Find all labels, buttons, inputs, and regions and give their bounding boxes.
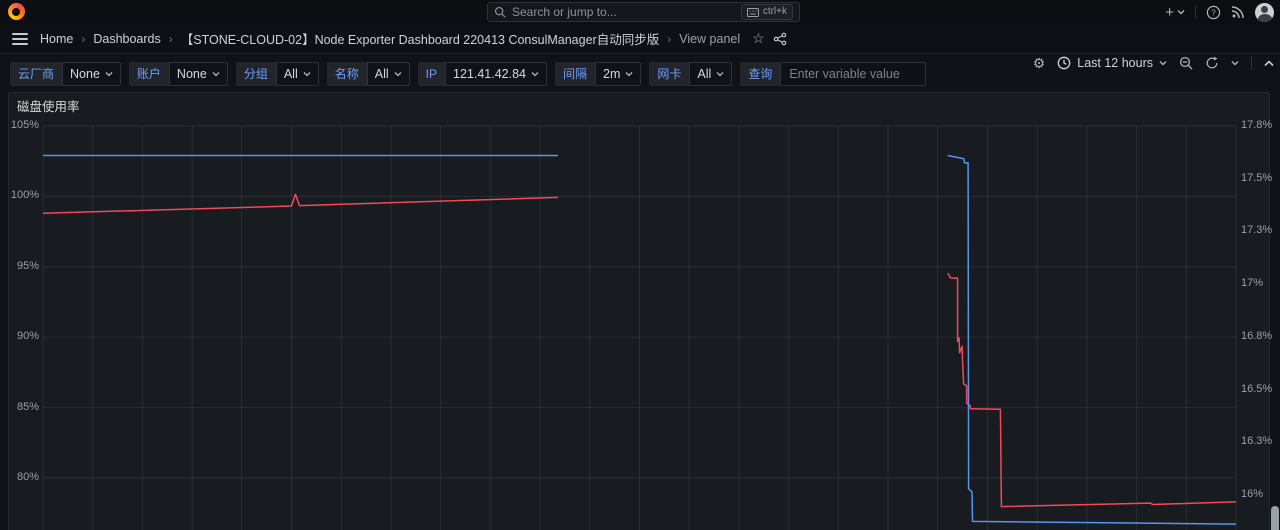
variable-label: 查询 <box>740 61 781 86</box>
grafana-app: Search or jump to... ctrl+k + ? Home › D… <box>0 0 1280 530</box>
y-axis-right-tick: 16.3% <box>1241 435 1273 447</box>
chevron-right-icon: › <box>168 31 173 46</box>
variable-label: 网卡 <box>649 61 690 86</box>
variable-select[interactable]: All <box>689 61 733 86</box>
variable-select[interactable]: 121.41.42.84 <box>445 61 547 86</box>
chevron-right-icon: › <box>81 31 86 46</box>
series-disk-usage-right-axis <box>947 154 1237 525</box>
y-axis-left-tick: 100% <box>10 189 39 201</box>
y-axis-left-tick: 80% <box>16 471 39 483</box>
grafana-logo-icon[interactable] <box>8 3 25 20</box>
svg-text:?: ? <box>1211 8 1216 17</box>
help-icon[interactable]: ? <box>1206 5 1221 20</box>
breadcrumb-view-panel: View panel <box>679 31 741 46</box>
chevron-right-icon: › <box>667 31 672 46</box>
menu-icon <box>12 30 28 48</box>
disk-usage-panel: 磁盘使用率 105% 100% 95% 90% 85% 80% 17.8% 17.5% 17.… <box>8 92 1273 530</box>
variable-query-input[interactable] <box>780 61 927 86</box>
chevron-down-icon <box>303 71 311 76</box>
shortcut-label: ctrl+k <box>762 6 787 17</box>
y-axis-right-tick: 17.8% <box>1241 119 1273 131</box>
search-placeholder: Search or jump to... <box>512 5 617 19</box>
variable-label: 间隔 <box>555 61 596 86</box>
variable-interval: 间隔 2m <box>555 61 642 86</box>
dashboard-variables-bar: 云厂商 None 账户 None 分组 All 名称 All IP 121.41… <box>0 55 1280 141</box>
series-disk-usage-left-axis <box>947 272 1237 508</box>
keyboard-icon <box>746 7 759 17</box>
breadcrumb-dashboards[interactable]: Dashboards <box>93 32 160 46</box>
chevron-down-icon <box>105 71 113 76</box>
y-axis-right-tick: 16.8% <box>1241 330 1273 342</box>
breadcrumb-dashboard-title[interactable]: 【STONE-CLOUD-02】Node Exporter Dashboard … <box>181 29 659 48</box>
chevron-down-icon <box>1177 10 1185 15</box>
y-axis-left-tick: 105% <box>10 119 39 131</box>
series-disk-usage-left-axis <box>42 193 559 215</box>
shortcut-badge: ctrl+k <box>740 4 793 20</box>
time-series-chart[interactable] <box>9 93 1271 530</box>
news-icon[interactable] <box>1231 5 1245 19</box>
y-axis-right-tick: 16% <box>1241 488 1264 500</box>
y-axis-left-tick: 85% <box>16 401 39 413</box>
new-button[interactable]: + <box>1165 4 1185 21</box>
variable-select[interactable]: All <box>275 61 319 86</box>
y-axis-right-tick: 16.5% <box>1241 383 1273 395</box>
user-avatar[interactable] <box>1255 2 1274 22</box>
chart-gridlines <box>42 125 1237 530</box>
chevron-down-icon <box>716 71 724 76</box>
variable-cloud-vendor: 云厂商 None <box>10 61 121 86</box>
scrollbar-thumb[interactable] <box>1271 506 1279 530</box>
share-icon[interactable] <box>773 32 787 46</box>
breadcrumb: Home › Dashboards › 【STONE-CLOUD-02】Node… <box>40 29 787 48</box>
chevron-down-icon <box>531 71 539 76</box>
y-axis-right-tick: 17% <box>1241 277 1264 289</box>
variable-ip: IP 121.41.42.84 <box>417 61 547 86</box>
variable-label: 名称 <box>326 61 367 86</box>
search-icon <box>494 6 506 18</box>
variable-name: 名称 All <box>326 61 410 86</box>
variable-group: 分组 All <box>235 61 319 86</box>
y-axis-right-tick: 17.5% <box>1241 172 1273 184</box>
variable-query: 查询 <box>740 61 927 86</box>
search-input[interactable]: Search or jump to... ctrl+k <box>487 2 800 22</box>
mega-menu-toggle[interactable] <box>12 30 28 48</box>
variable-label: 账户 <box>128 61 169 86</box>
variable-label: IP <box>417 61 445 86</box>
variable-select[interactable]: 2m <box>595 61 642 86</box>
chevron-down-icon <box>625 71 633 76</box>
breadcrumb-bar: Home › Dashboards › 【STONE-CLOUD-02】Node… <box>0 24 1280 71</box>
y-axis-left-tick: 95% <box>16 260 39 272</box>
variable-select[interactable]: None <box>62 61 121 86</box>
variable-select[interactable]: None <box>168 61 228 86</box>
breadcrumb-home[interactable]: Home <box>40 32 73 46</box>
chevron-down-icon <box>212 71 220 76</box>
plus-icon: + <box>1165 3 1174 21</box>
divider <box>1195 5 1196 19</box>
variable-network-card: 网卡 All <box>649 61 733 86</box>
variable-label: 分组 <box>235 61 276 86</box>
y-axis-left-tick: 90% <box>16 330 39 342</box>
y-axis-right-tick: 17.3% <box>1241 224 1273 236</box>
variable-account: 账户 None <box>128 61 228 86</box>
variable-label: 云厂商 <box>10 61 63 86</box>
variable-select[interactable]: All <box>366 61 410 86</box>
chevron-down-icon <box>394 71 402 76</box>
star-icon[interactable]: ☆ <box>752 30 765 47</box>
top-nav-bar: Search or jump to... ctrl+k + ? <box>0 0 1280 24</box>
